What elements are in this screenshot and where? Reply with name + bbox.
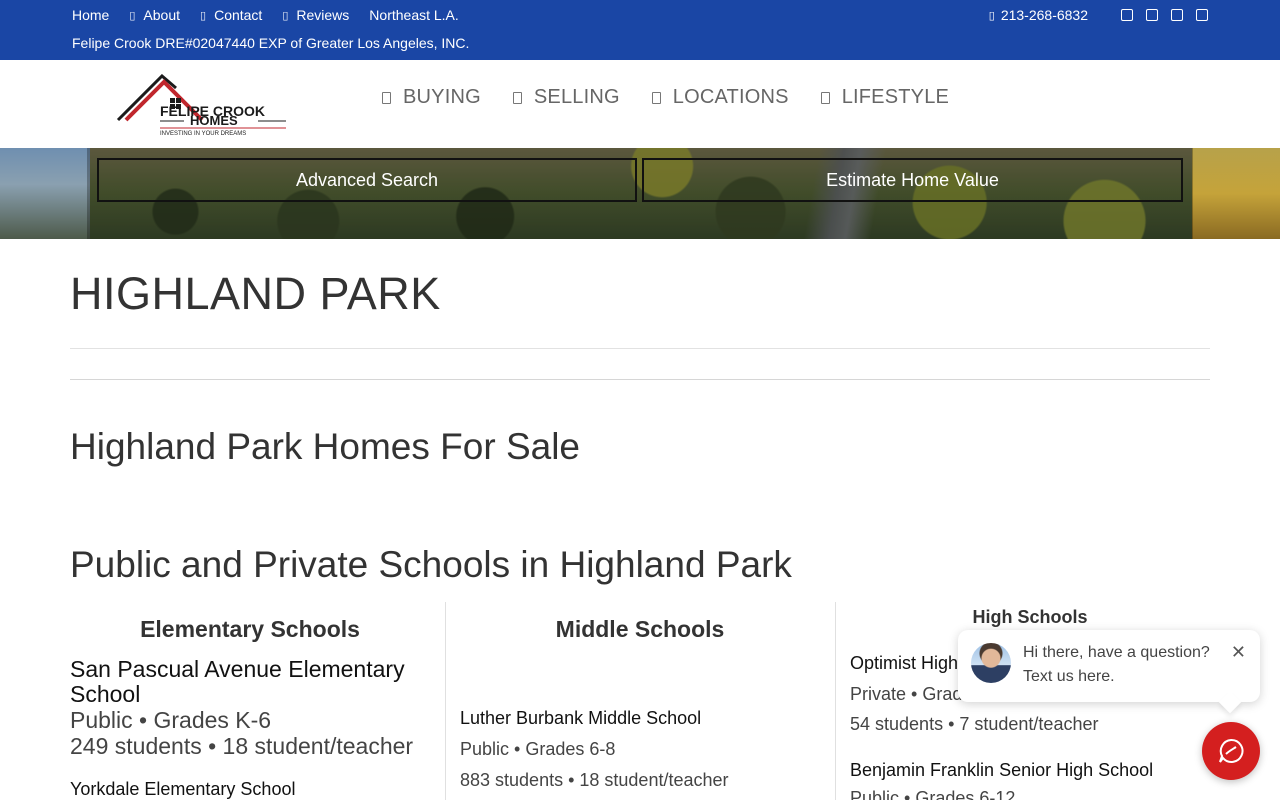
top-nav-home-label: Home (72, 7, 110, 23)
school-name: Yorkdale Elementary School (70, 779, 296, 799)
logo[interactable]: FELIPE CROOK HOMES INVESTING IN YOUR DRE… (116, 73, 292, 138)
top-nav-home[interactable]: Home (72, 7, 109, 23)
top-nav-contact[interactable]: ▯ Contact (200, 7, 262, 23)
user-icon: ▯ (129, 9, 136, 22)
top-nav-northeast-la[interactable]: Northeast L.A. (369, 7, 459, 23)
main-nav-locations-label: LOCATIONS (672, 86, 789, 108)
chat-bubble-tail (1218, 690, 1242, 714)
page-title: HIGHLAND PARK (70, 268, 441, 319)
linkedin-icon[interactable] (1171, 9, 1183, 21)
elementary-schools-heading: Elementary Schools (140, 616, 360, 642)
lifestyle-icon (820, 91, 830, 104)
homes-for-sale-heading: Highland Park Homes For Sale (70, 426, 580, 467)
divider (70, 379, 1210, 380)
estimate-home-value-label: Estimate Home Value (826, 169, 999, 190)
main-nav: BUYING SELLING LOCATIONS LIFESTYLE (382, 86, 981, 109)
facebook-icon[interactable] (1121, 9, 1133, 21)
top-bar: Home ▯ About ▯ Contact ▯ Reviews Northeast … (0, 0, 1280, 60)
chat-prompt[interactable]: Hi there, have a question? Text us here.… (958, 630, 1260, 714)
advanced-search-label: Advanced Search (295, 169, 439, 190)
logo-tagline: INVESTING IN YOUR DREAMS (160, 131, 246, 137)
avatar (971, 643, 1011, 683)
school-stats: 883 students • 18 student/teacher (460, 770, 729, 790)
locations-icon (651, 91, 661, 104)
instagram-icon[interactable] (1146, 9, 1158, 21)
top-nav-about-label: About (143, 7, 181, 23)
chat-message: Hi there, have a question? (1023, 644, 1210, 661)
school-name: San Pascual Avenue Elementary School (70, 656, 405, 707)
main-nav-buying-label: BUYING (403, 86, 481, 108)
top-nav-reviews-label: Reviews (296, 7, 350, 23)
main-nav-selling[interactable]: SELLING (512, 86, 620, 109)
schools-heading: Public and Private Schools in Highland P… (70, 544, 792, 585)
buying-icon (382, 91, 391, 104)
phone-link[interactable]: ▯ 213-268-6832 (989, 7, 1088, 23)
divider (70, 348, 1210, 349)
school-type: Public • Grades 6-12 (850, 788, 1016, 800)
column-divider (445, 602, 446, 800)
top-bar-right: ▯ 213-268-6832 (989, 7, 1208, 23)
youtube-icon[interactable] (1196, 9, 1208, 21)
top-nav-about[interactable]: ▯ About (129, 7, 180, 23)
hero-banner: Advanced Search Estimate Home Value (0, 148, 1280, 239)
school-name: Benjamin Franklin Senior High School (850, 760, 1154, 780)
school-name: Optimist High (850, 653, 959, 673)
top-nav-reviews[interactable]: ▯ Reviews (282, 7, 349, 23)
main-nav-selling-label: SELLING (533, 86, 620, 108)
school-name: Luther Burbank Middle School (460, 708, 702, 728)
logo-line2: HOMES (190, 113, 238, 128)
top-nav: Home ▯ About ▯ Contact ▯ Reviews Northeast … (72, 7, 479, 23)
school-stats: 54 students • 7 student/teacher (850, 714, 1099, 734)
hero-image-right (1192, 148, 1280, 239)
chat-icon (1219, 738, 1244, 763)
school-type: Private • Grad (850, 684, 963, 704)
phone-number: 213-268-6832 (1000, 7, 1088, 23)
license-text: Felipe Crook DRE#02047440 EXP of Greater… (72, 35, 470, 51)
close-icon[interactable]: ✕ (1231, 642, 1246, 663)
main-nav-lifestyle-label: LIFESTYLE (841, 86, 950, 108)
main-nav-locations[interactable]: LOCATIONS (651, 86, 789, 109)
selling-icon (512, 91, 522, 104)
chat-message: Text us here. (1023, 668, 1115, 685)
estimate-home-value-button[interactable]: Estimate Home Value (642, 158, 1183, 202)
hero-image-left (0, 148, 90, 239)
phone-icon: ▯ (988, 9, 995, 22)
star-icon: ▯ (282, 9, 289, 22)
envelope-icon: ▯ (200, 9, 207, 22)
school-type: Public • Grades 6-8 (460, 739, 616, 759)
school-type: Public • Grades K-6 (70, 707, 272, 733)
school-stats: 249 students • 18 student/teacher (70, 733, 414, 759)
advanced-search-button[interactable]: Advanced Search (97, 158, 637, 202)
high-schools-heading: High Schools (972, 607, 1088, 627)
top-nav-contact-label: Contact (214, 7, 263, 23)
top-nav-northeast-la-label: Northeast L.A. (369, 7, 459, 23)
middle-schools-heading: Middle Schools (555, 616, 725, 642)
site-header: FELIPE CROOK HOMES INVESTING IN YOUR DRE… (0, 60, 1280, 148)
house-logo-icon: FELIPE CROOK HOMES INVESTING IN YOUR DRE… (116, 73, 286, 137)
column-divider (835, 602, 836, 800)
main-nav-lifestyle[interactable]: LIFESTYLE (820, 86, 950, 109)
main-nav-buying[interactable]: BUYING (382, 86, 481, 109)
chat-launcher-button[interactable] (1202, 722, 1260, 780)
